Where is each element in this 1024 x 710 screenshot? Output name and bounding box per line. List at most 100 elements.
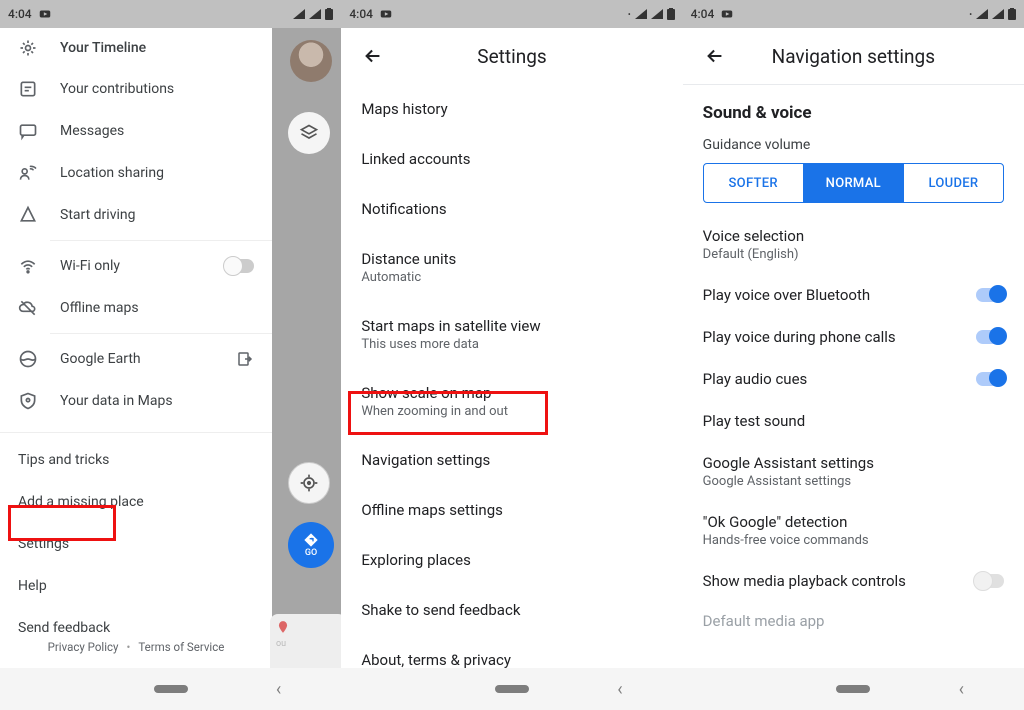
youtube-icon — [379, 7, 393, 21]
home-pill[interactable] — [495, 685, 529, 693]
battery-icon — [667, 8, 675, 20]
wifi-only-toggle[interactable] — [226, 259, 254, 273]
signal-icon — [635, 9, 647, 19]
item-about-terms[interactable]: About, terms & privacy — [341, 635, 682, 668]
seg-softer[interactable]: SOFTER — [704, 164, 803, 202]
wifi-icon — [18, 256, 38, 276]
signal-icon — [992, 9, 1004, 19]
status-time: 4:04 — [349, 7, 373, 21]
drawer-link-settings[interactable]: Settings — [0, 523, 272, 565]
item-media-controls[interactable]: Show media playback controls — [683, 560, 1024, 602]
arrow-left-icon — [362, 45, 384, 67]
avatar[interactable] — [290, 40, 332, 82]
item-linked-accounts[interactable]: Linked accounts — [341, 134, 682, 184]
drawer-footer: Privacy Policy • Terms of Service — [0, 632, 272, 662]
home-pill[interactable] — [154, 685, 188, 693]
youtube-icon — [38, 7, 52, 21]
drawer-item-wifi-only[interactable]: Wi-Fi only — [0, 245, 272, 287]
earth-icon — [18, 349, 38, 369]
item-assistant-settings[interactable]: Google Assistant settings Google Assista… — [683, 442, 1024, 501]
home-pill[interactable] — [836, 685, 870, 693]
back-button[interactable] — [353, 36, 393, 76]
status-bar: 4:04 • — [341, 0, 682, 28]
item-satellite-view[interactable]: Start maps in satellite view This uses m… — [341, 301, 682, 368]
location-sharing-icon — [18, 163, 38, 183]
item-distance-units[interactable]: Distance units Automatic — [341, 234, 682, 301]
item-show-scale[interactable]: Show scale on map When zooming in and ou… — [341, 368, 682, 435]
battery-icon — [325, 8, 333, 20]
terms-link[interactable]: Terms of Service — [138, 640, 224, 654]
system-nav-bars: ‹ ‹ ‹ — [0, 668, 1024, 710]
item-play-test-sound[interactable]: Play test sound — [683, 400, 1024, 442]
item-ok-google[interactable]: "Ok Google" detection Hands-free voice c… — [683, 501, 1024, 560]
status-bar: 4:04 — [0, 0, 341, 28]
driving-icon — [18, 205, 38, 225]
crosshair-icon — [299, 473, 319, 493]
signal-icon — [651, 9, 663, 19]
drawer-item-timeline[interactable]: Your Timeline — [0, 28, 272, 68]
layers-button[interactable] — [288, 112, 330, 154]
divider — [0, 432, 272, 433]
divider — [50, 333, 272, 334]
nav-drawer: Your Timeline Your contributions Message… — [0, 28, 272, 668]
seg-normal[interactable]: NORMAL — [803, 164, 903, 202]
screen-settings: 4:04 • Settings Maps history Linked acco… — [341, 0, 682, 668]
screen-drawer: 4:04 Your Timeline Your contributions Me… — [0, 0, 341, 668]
item-phone-calls-voice[interactable]: Play voice during phone calls — [683, 316, 1024, 358]
item-shake-feedback[interactable]: Shake to send feedback — [341, 585, 682, 635]
app-bar: Navigation settings — [683, 28, 1024, 84]
item-offline-maps-settings[interactable]: Offline maps settings — [341, 485, 682, 535]
drawer-link-tips[interactable]: Tips and tricks — [0, 439, 272, 481]
item-bluetooth-voice[interactable]: Play voice over Bluetooth — [683, 274, 1024, 316]
battery-icon — [1008, 8, 1016, 20]
drawer-link-add-place[interactable]: Add a missing place — [0, 481, 272, 523]
page-title: Navigation settings — [735, 45, 972, 68]
drawer-item-messages[interactable]: Messages — [0, 110, 272, 152]
item-voice-selection[interactable]: Voice selection Default (English) — [683, 219, 1024, 274]
signal-icon — [309, 9, 321, 19]
seg-louder[interactable]: LOUDER — [903, 164, 1003, 202]
nav-bar: ‹ — [0, 668, 341, 710]
nav-bar: ‹ — [341, 668, 682, 710]
drawer-item-offline-maps[interactable]: Offline maps — [0, 287, 272, 329]
status-bar: 4:04 • — [683, 0, 1024, 28]
back-gesture-icon[interactable]: ‹ — [959, 679, 964, 700]
timeline-icon — [18, 38, 38, 58]
guidance-volume-segmented: SOFTER NORMAL LOUDER — [703, 163, 1004, 203]
back-gesture-icon[interactable]: ‹ — [276, 679, 281, 700]
page-title: Settings — [393, 45, 630, 68]
drawer-item-start-driving[interactable]: Start driving — [0, 194, 272, 236]
item-maps-history[interactable]: Maps history — [341, 84, 682, 134]
messages-icon — [18, 121, 38, 141]
go-button[interactable]: GO — [288, 522, 334, 568]
arrow-left-icon — [704, 45, 726, 67]
drawer-link-help[interactable]: Help — [0, 565, 272, 607]
pin-icon — [276, 620, 290, 634]
bluetooth-toggle[interactable] — [976, 288, 1004, 302]
signal-icon — [293, 9, 305, 19]
back-gesture-icon[interactable]: ‹ — [617, 679, 622, 700]
youtube-icon — [720, 7, 734, 21]
contributions-icon — [18, 79, 38, 99]
privacy-link[interactable]: Privacy Policy — [48, 640, 119, 654]
back-button[interactable] — [695, 36, 735, 76]
media-controls-toggle[interactable] — [976, 574, 1004, 588]
item-exploring-places[interactable]: Exploring places — [341, 535, 682, 585]
bottom-sheet-peek[interactable]: ou — [270, 614, 341, 668]
audio-cues-toggle[interactable] — [976, 372, 1004, 386]
phone-calls-toggle[interactable] — [976, 330, 1004, 344]
signal-icon — [976, 9, 988, 19]
item-audio-cues[interactable]: Play audio cues — [683, 358, 1024, 400]
section-sound-voice: Sound & voice — [683, 85, 1024, 131]
item-notifications[interactable]: Notifications — [341, 184, 682, 234]
drawer-item-your-data[interactable]: Your data in Maps — [0, 380, 272, 422]
drawer-item-location-sharing[interactable]: Location sharing — [0, 152, 272, 194]
open-external-icon — [236, 350, 254, 368]
guidance-volume-label: Guidance volume — [683, 131, 1024, 163]
item-default-media-app: Default media app — [683, 602, 1024, 646]
directions-icon — [303, 532, 319, 548]
item-navigation-settings[interactable]: Navigation settings — [341, 435, 682, 485]
locate-button[interactable] — [288, 462, 330, 504]
drawer-item-contributions[interactable]: Your contributions — [0, 68, 272, 110]
drawer-item-google-earth[interactable]: Google Earth — [0, 338, 272, 380]
